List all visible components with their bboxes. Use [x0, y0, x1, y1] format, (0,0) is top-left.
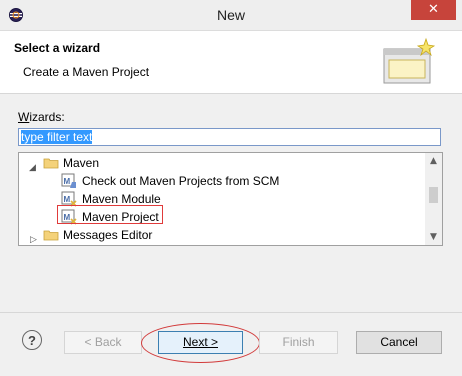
back-button[interactable]: < Back — [64, 331, 142, 354]
close-window-button[interactable]: ✕ — [411, 0, 456, 20]
folder-icon — [43, 158, 59, 169]
wizard-footer: ? < Back Next > Finish Cancel — [0, 312, 462, 376]
expanded-arrow-icon[interactable]: ◢ — [29, 158, 36, 176]
filter-input-text: type filter text — [21, 130, 93, 144]
new-wizard-banner-icon — [383, 37, 436, 84]
next-button-highlight — [141, 323, 260, 363]
tree-scrollbar[interactable]: ▲ ▼ — [425, 153, 442, 245]
window-title: New — [216, 7, 245, 23]
wizard-tree[interactable]: ◢ Maven M Check out Maven Projects from … — [18, 152, 443, 246]
close-icon: ✕ — [428, 2, 439, 17]
cancel-button[interactable]: Cancel — [356, 331, 442, 354]
scroll-thumb[interactable] — [429, 187, 438, 203]
wizard-body: Wizards: type filter text ◢ Maven M Chec… — [0, 94, 462, 312]
filter-input[interactable]: type filter text — [18, 128, 441, 146]
folder-icon — [43, 230, 59, 241]
title-bar: New ✕ — [0, 0, 462, 31]
finish-button[interactable]: Finish — [259, 331, 338, 354]
selected-item-highlight — [57, 205, 163, 224]
scroll-down-icon[interactable]: ▼ — [425, 229, 442, 245]
collapsed-arrow-icon[interactable]: ▷ — [30, 230, 37, 245]
wizard-header: Select a wizard Create a Maven Project — [0, 31, 462, 94]
svg-text:M: M — [64, 195, 71, 204]
wizards-label: Wizards: — [18, 110, 65, 124]
help-icon[interactable]: ? — [22, 330, 42, 350]
wizard-header-description: Create a Maven Project — [23, 65, 150, 79]
maven-wizard-icon: M — [61, 173, 76, 188]
scroll-up-icon[interactable]: ▲ — [425, 153, 442, 169]
wizard-header-title: Select a wizard — [14, 41, 101, 55]
svg-text:M: M — [64, 177, 71, 186]
